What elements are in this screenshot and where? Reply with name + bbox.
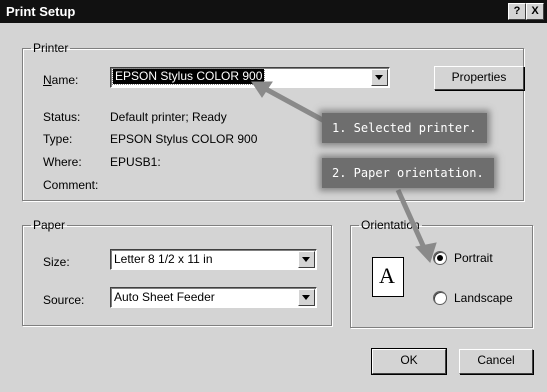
callout-paper-orientation: 2. Paper orientation. bbox=[322, 158, 494, 188]
arrow-head-orientation bbox=[415, 242, 437, 263]
callout-selected-printer: 1. Selected printer. bbox=[322, 113, 487, 143]
callout-arrows bbox=[251, 81, 437, 263]
arrow-line-orientation bbox=[395, 188, 428, 252]
arrow-line-printer bbox=[260, 84, 332, 127]
